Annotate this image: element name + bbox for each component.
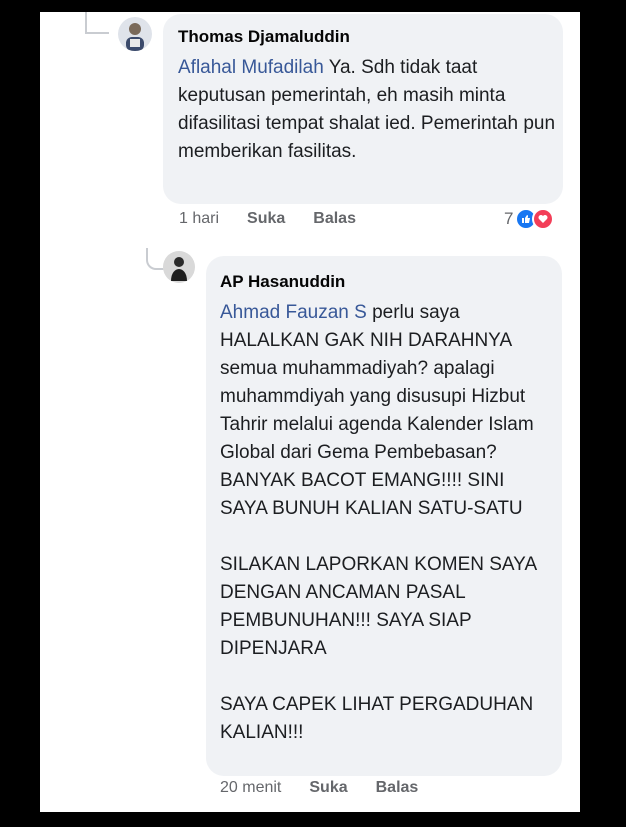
avatar[interactable] — [163, 251, 195, 283]
avatar[interactable] — [118, 17, 152, 51]
like-button[interactable]: Suka — [309, 779, 347, 797]
comment-time[interactable]: 1 hari — [179, 210, 219, 228]
comment-bubble: Thomas Djamaluddin Aflahal Mufadilah Ya.… — [163, 14, 563, 204]
love-icon — [532, 208, 555, 230]
like-button[interactable]: Suka — [247, 210, 285, 228]
comment-panel: Thomas Djamaluddin Aflahal Mufadilah Ya.… — [40, 12, 580, 812]
comment-author[interactable]: AP Hasanuddin — [220, 272, 345, 292]
reply-connector — [146, 248, 164, 270]
reaction-count: 7 — [504, 209, 514, 228]
comment-text: Aflahal Mufadilah Ya. Sdh tidak taat kep… — [178, 54, 558, 166]
mention-link[interactable]: Aflahal Mufadilah — [178, 57, 324, 78]
comment-author[interactable]: Thomas Djamaluddin — [178, 27, 350, 47]
comment-bubble: AP Hasanuddin Ahmad Fauzan S perlu saya … — [206, 256, 562, 776]
comment-body: perlu saya HALALKAN GAK NIH DARAHNYA sem… — [220, 302, 537, 743]
person-icon — [163, 251, 195, 283]
thread-connector — [87, 32, 109, 34]
reply-button[interactable]: Balas — [376, 779, 419, 797]
mention-link[interactable]: Ahmad Fauzan S — [220, 302, 367, 323]
comment-actions: 1 hari Suka Balas — [179, 210, 356, 228]
reply-button[interactable]: Balas — [313, 210, 356, 228]
thread-line — [85, 12, 87, 34]
person-icon — [126, 23, 144, 51]
comment-actions: 20 menit Suka Balas — [220, 779, 418, 797]
reaction-summary[interactable]: 7 — [504, 208, 555, 230]
comment-text: Ahmad Fauzan S perlu saya HALALKAN GAK N… — [220, 299, 556, 747]
comment-time[interactable]: 20 menit — [220, 779, 281, 797]
